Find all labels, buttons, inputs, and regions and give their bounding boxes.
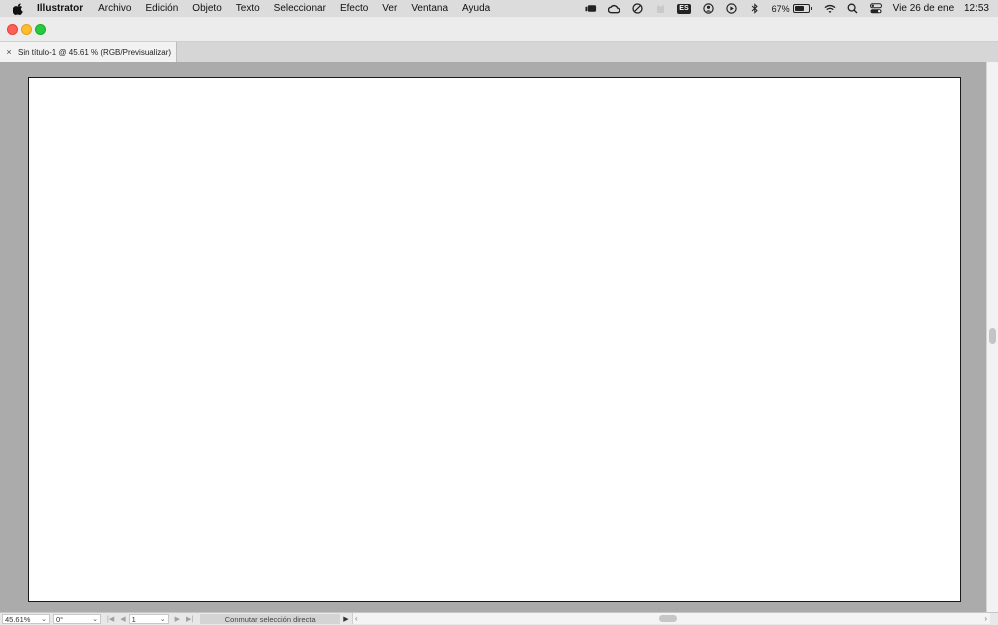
window-close-button[interactable] [7,24,18,35]
status-bar: 45.61% ⌄ 0° ⌄ |◀ ◀ 1 ⌄ ▶ ▶| Conmutar sel… [0,612,998,625]
vertical-scrollbar[interactable] [986,62,998,612]
user-icon[interactable] [703,3,715,15]
menu-seleccionar[interactable]: Seleccionar [274,3,326,14]
next-artboard-icon[interactable]: ▶ [175,615,180,623]
menu-bar: Illustrator Archivo Edición Objeto Texto… [0,0,998,17]
battery-tip [810,7,812,10]
battery-icon [792,4,810,13]
bluetooth-icon[interactable] [749,3,761,15]
battery-percent: 67% [771,3,790,14]
rotation-value: 0° [56,614,64,624]
window-zoom-button[interactable] [35,24,46,35]
horizontal-scroll-thumb[interactable] [659,615,677,622]
window-minimize-button[interactable] [21,24,32,35]
creative-cloud-icon[interactable] [608,3,621,15]
zoom-level-select[interactable]: 45.61% ⌄ [2,614,50,624]
clock-time: 12:53 [963,3,989,14]
stage-manager-icon[interactable] [585,3,597,15]
focus-icon[interactable] [631,3,643,15]
cat-icon[interactable] [654,3,666,15]
chevron-down-icon: ⌄ [41,616,47,623]
menu-efecto[interactable]: Efecto [340,3,368,14]
spotlight-search-icon[interactable] [847,3,859,15]
document-tab[interactable]: × Sin título-1 @ 45.61 % (RGB/Previsuali… [0,42,177,62]
chevron-down-icon: ⌄ [92,616,98,623]
tab-close-icon[interactable]: × [5,48,13,57]
vertical-scroll-thumb[interactable] [989,328,996,344]
menu-archivo[interactable]: Archivo [98,3,131,14]
menu-bar-clock[interactable]: Vie 26 de ene 12:53 [893,3,989,14]
menu-texto[interactable]: Texto [236,3,260,14]
scroll-left-icon[interactable]: ‹ [355,613,358,624]
zoom-level-value: 45.61% [5,614,31,624]
artboard[interactable] [28,77,961,602]
menu-ver[interactable]: Ver [382,3,397,14]
wifi-icon[interactable] [824,3,836,15]
menu-edicion[interactable]: Edición [145,3,178,14]
horizontal-scrollbar[interactable]: ‹ › [352,613,990,624]
previous-artboard-icon[interactable]: ◀ [120,615,125,623]
artboard-number-value: 1 [131,614,136,624]
menu-ayuda[interactable]: Ayuda [462,3,490,14]
menu-app-name[interactable]: Illustrator [37,3,83,14]
battery-indicator[interactable]: 67% [772,4,812,14]
chevron-down-icon: ⌄ [159,616,166,623]
play-icon[interactable] [726,3,738,15]
status-text: Conmutar selección directa [200,614,341,624]
control-center-icon[interactable] [869,3,882,15]
artboard-number-select[interactable]: 1 ⌄ [128,614,169,624]
window-titlebar [0,17,998,42]
first-artboard-icon[interactable]: |◀ [107,615,114,623]
scroll-right-icon[interactable]: › [984,613,987,624]
rotation-select[interactable]: 0° ⌄ [53,614,101,624]
document-tab-title: Sin título-1 @ 45.61 % (RGB/Previsualiza… [18,47,172,57]
input-source-icon[interactable]: ES [677,3,691,14]
canvas-area[interactable] [0,62,987,612]
document-tab-bar: × Sin título-1 @ 45.61 % (RGB/Previsuali… [0,42,998,63]
apple-icon[interactable] [13,3,25,15]
clock-date: Vie 26 de ene [892,3,955,14]
last-artboard-icon[interactable]: ▶| [186,615,193,623]
menu-ventana[interactable]: Ventana [411,3,448,14]
menu-objeto[interactable]: Objeto [192,3,221,14]
battery-level [794,6,804,11]
status-menu-arrow-icon[interactable]: ▶ [343,615,348,623]
menu-bar-status-area: ES 67% Vie 26 de ene 12:53 [585,0,998,17]
